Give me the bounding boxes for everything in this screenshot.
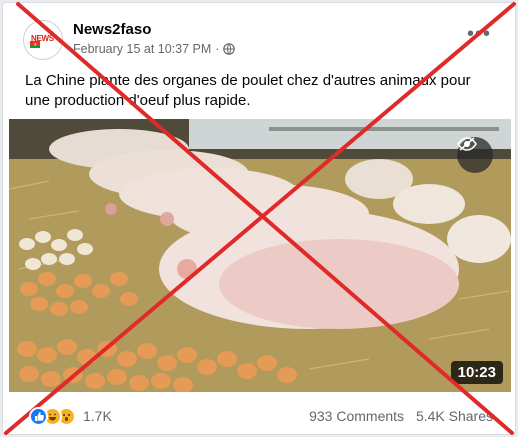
shares-count-link[interactable]: 5.4K Shares <box>416 408 493 424</box>
facebook-post: NEWS ★ News2faso February 15 at 10:37 PM… <box>2 2 516 435</box>
like-reaction-icon <box>29 406 48 426</box>
post-meta: February 15 at 10:37 PM · <box>73 42 236 56</box>
video-duration: 10:23 <box>450 361 503 384</box>
avatar[interactable]: NEWS ★ <box>23 20 63 60</box>
post-caption: La Chine plante des organes de poulet ch… <box>25 72 471 109</box>
eye-slash-icon <box>457 137 477 151</box>
post-timestamp[interactable]: February 15 at 10:37 PM <box>73 42 211 56</box>
hide-video-button[interactable] <box>457 137 493 173</box>
page-name[interactable]: News2faso <box>73 21 151 38</box>
more-options-icon[interactable]: ••• <box>467 24 491 44</box>
comments-count-link[interactable]: 933 Comments <box>309 408 404 424</box>
reaction-count: 1.7K <box>83 408 112 424</box>
video-frame <box>9 119 511 392</box>
flag-icon: ★ <box>30 41 40 48</box>
video-player[interactable]: 10:23 <box>9 119 511 392</box>
globe-icon[interactable] <box>223 43 236 55</box>
reactions-summary[interactable]: 1.7K <box>29 406 112 426</box>
post-header: NEWS ★ News2faso February 15 at 10:37 PM… <box>3 3 515 69</box>
post-footer: 1.7K 933 Comments 5.4K Shares <box>3 397 515 434</box>
engagement-stats: 933 Comments 5.4K Shares <box>301 408 493 424</box>
meta-separator: · <box>215 42 220 56</box>
